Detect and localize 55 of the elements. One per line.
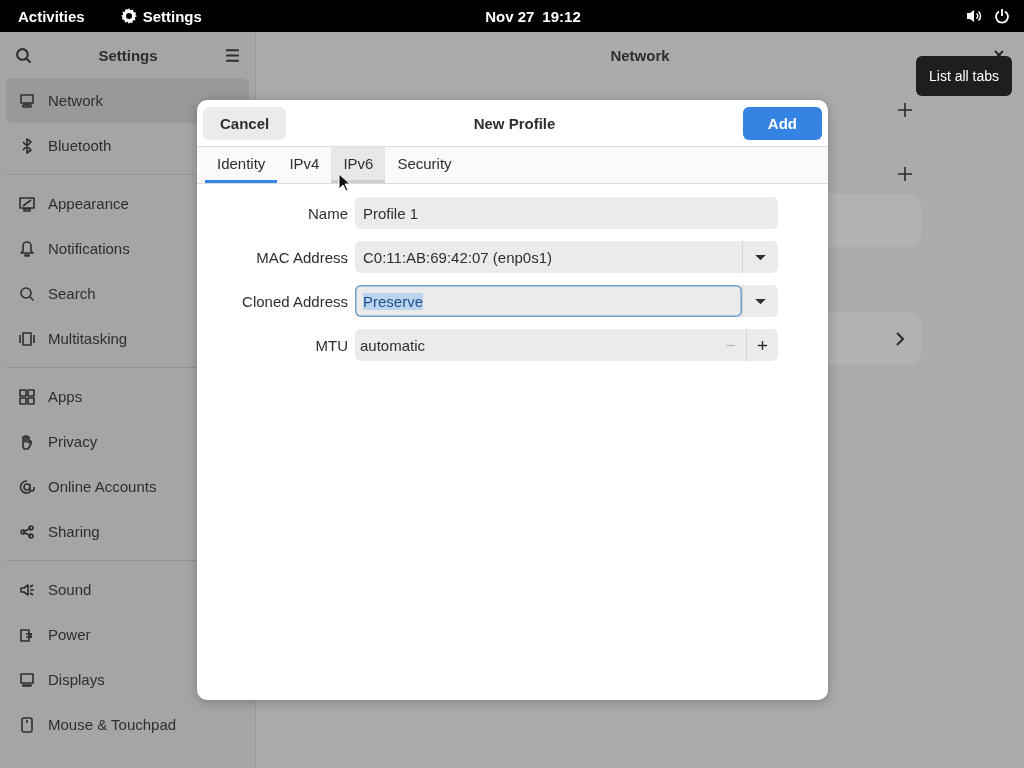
tab[interactable]: IPv6 (331, 147, 386, 183)
search-icon[interactable] (15, 46, 32, 64)
page-title: Network (610, 46, 670, 64)
display-icon (19, 671, 35, 688)
date-label[interactable]: Nov 27 (485, 7, 535, 25)
grid-icon (19, 388, 35, 405)
window-stack-icon (19, 330, 35, 347)
sidebar-item[interactable]: Online Accounts (6, 464, 249, 509)
speaker-icon[interactable] (966, 8, 982, 24)
tab[interactable]: Security (385, 147, 464, 183)
at-sign-icon (19, 478, 35, 495)
hand-icon (19, 433, 35, 450)
tooltip: List all tabs (916, 56, 1013, 96)
caret-icon (755, 253, 766, 261)
app-menu[interactable]: Settings (142, 7, 202, 25)
chevron-right-icon (895, 330, 905, 347)
field-label: Name (307, 204, 348, 222)
field-label: MAC Address (255, 248, 348, 266)
sidebar-title: Settings (98, 46, 158, 64)
tab[interactable]: IPv4 (277, 147, 332, 183)
bell-icon (19, 240, 35, 257)
sidebar-item[interactable]: Sharing (6, 509, 249, 554)
computer-icon (19, 92, 35, 109)
combo-field[interactable]: Preserve (355, 285, 742, 317)
time-label[interactable]: 19:12 (542, 7, 581, 25)
activities-button[interactable]: Activities (18, 7, 85, 25)
add-button[interactable]: Add (742, 106, 822, 140)
sidebar-item[interactable]: Sound (6, 567, 249, 612)
cancel-button[interactable]: Cancel (203, 106, 287, 140)
dialog-title: New Profile (473, 114, 556, 132)
caret-icon (755, 297, 766, 305)
sidebar-item[interactable]: Mouse & Touchpad (6, 702, 249, 747)
plus-icon[interactable] (897, 102, 913, 118)
sidebar-item[interactable]: Multitasking (6, 316, 249, 361)
sidebar-item[interactable]: Appearance (6, 181, 249, 226)
power-icon[interactable] (994, 8, 1010, 24)
sidebar-item[interactable]: Power (6, 612, 249, 657)
sidebar-item[interactable]: Apps (6, 374, 249, 419)
plus-icon (757, 339, 768, 351)
text-field[interactable]: Profile 1 (355, 197, 778, 229)
sidebar-item[interactable]: Privacy (6, 419, 249, 464)
search-icon (19, 285, 35, 302)
speaker-icon (19, 581, 35, 598)
monitor-icon (19, 195, 35, 212)
field-label: Cloned Address (241, 292, 348, 310)
field-label: MTU (314, 336, 348, 354)
sidebar-item[interactable]: Displays (6, 657, 249, 702)
gear-icon (120, 8, 137, 24)
mouse-icon (19, 716, 35, 733)
share-icon (19, 523, 35, 540)
tab[interactable]: Identity (205, 147, 278, 183)
bluetooth-icon (19, 137, 35, 154)
sidebar-item[interactable]: Notifications (6, 226, 249, 271)
menu-icon[interactable] (224, 46, 241, 64)
plus-icon[interactable] (897, 166, 913, 182)
